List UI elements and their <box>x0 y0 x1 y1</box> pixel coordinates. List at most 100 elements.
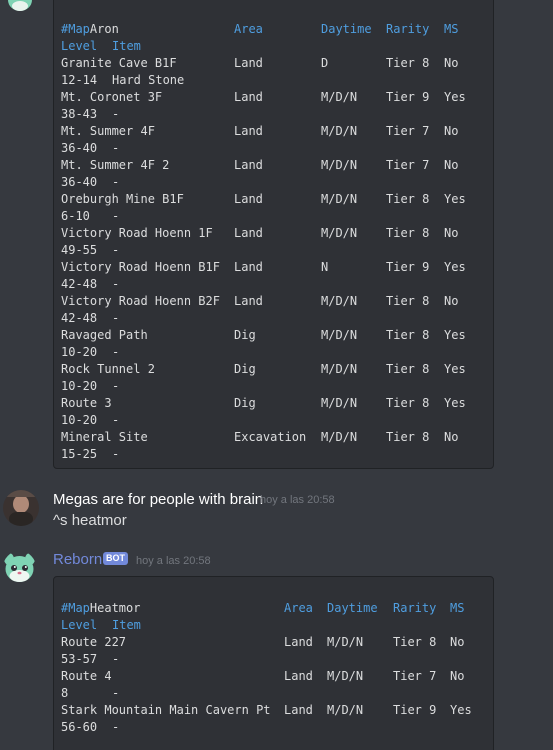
row-area: Land <box>234 192 263 206</box>
row-rarity: Tier 9 <box>386 260 430 274</box>
row-item: - <box>112 243 120 257</box>
row-item: - <box>112 345 120 359</box>
row-area: Land <box>234 294 263 308</box>
row-map: Route 4 <box>61 669 112 683</box>
row-rarity: Tier 8 <box>386 362 430 376</box>
row-daytime: D <box>321 56 329 70</box>
col-map-header: #Map <box>61 601 90 615</box>
row-level: 38-43 <box>61 107 98 121</box>
message-text: ^s heatmor <box>53 512 127 529</box>
row-item: - <box>112 447 120 461</box>
row-rarity: Tier 7 <box>393 669 437 683</box>
col-item-header: Item <box>112 618 141 632</box>
row-daytime: M/D/N <box>321 396 358 410</box>
bot-avatar[interactable] <box>3 551 36 584</box>
row-ms: Yes <box>450 703 472 717</box>
row-rarity: Tier 8 <box>386 328 430 342</box>
row-map: Rock Tunnel 2 <box>61 362 155 376</box>
bot-avatar-top[interactable] <box>6 0 34 12</box>
code-block-aron: Aron #Map Area Daytime Rarity MS Level I… <box>53 0 494 469</box>
row-ms: Yes <box>444 192 466 206</box>
row-map: Victory Road Hoenn B1F <box>61 260 220 274</box>
row-daytime: N <box>321 260 329 274</box>
row-item: - <box>112 413 120 427</box>
minccino-bot-avatar-icon <box>6 0 34 12</box>
table-header-2: Level Item <box>61 617 141 634</box>
row-item: - <box>112 686 120 700</box>
row-daytime: M/D/N <box>327 635 364 649</box>
row-daytime: M/D/N <box>321 430 358 444</box>
row-ms: No <box>444 294 459 308</box>
row-item: - <box>112 720 120 734</box>
row-map: Granite Cave B1F <box>61 56 177 70</box>
row-map: Stark Mountain Main Cavern Pt <box>61 703 271 717</box>
row-rarity: Tier 8 <box>386 430 430 444</box>
row-rarity: Tier 8 <box>386 192 430 206</box>
row-item: - <box>112 107 120 121</box>
row-area: Dig <box>234 362 256 376</box>
row-rarity: Tier 7 <box>386 158 430 172</box>
row-level: 49-55 <box>61 243 98 257</box>
row-ms: Yes <box>444 396 466 410</box>
row-map: Mt. Summer 4F <box>61 124 155 138</box>
row-daytime: M/D/N <box>321 226 358 240</box>
row-ms: No <box>444 124 459 138</box>
row-level: 15-25 <box>61 447 98 461</box>
row-item: - <box>112 175 120 189</box>
table-header-2: Level Item <box>61 38 141 55</box>
row-ms: No <box>444 226 459 240</box>
row-level: 10-20 <box>61 379 98 393</box>
row-area: Land <box>284 635 313 649</box>
row-rarity: Tier 8 <box>386 56 430 70</box>
row-ms: No <box>450 669 465 683</box>
row-level: 53-57 <box>61 652 98 666</box>
row-level: 36-40 <box>61 175 98 189</box>
row-map: Victory Road Hoenn B2F <box>61 294 220 308</box>
col-ms-header: MS <box>450 601 465 615</box>
row-level: 10-20 <box>61 413 98 427</box>
row-map: Mineral Site <box>61 430 148 444</box>
row-rarity: Tier 8 <box>386 226 430 240</box>
row-level: 42-48 <box>61 277 98 291</box>
row-level: 8 <box>61 686 69 700</box>
minccino-bot-avatar-icon <box>3 551 36 584</box>
row-rarity: Tier 8 <box>393 635 437 649</box>
row-map: Victory Road Hoenn 1F <box>61 226 213 240</box>
row-area: Excavation <box>234 430 307 444</box>
row-area: Dig <box>234 396 256 410</box>
row-level: 36-40 <box>61 141 98 155</box>
row-area: Land <box>284 669 313 683</box>
col-level-header: Level <box>61 618 98 632</box>
row-level: 56-60 <box>61 720 98 734</box>
row-map: Ravaged Path <box>61 328 148 342</box>
row-item: - <box>112 209 120 223</box>
row-rarity: Tier 8 <box>386 396 430 410</box>
row-rarity: Tier 9 <box>386 90 430 104</box>
row-item: - <box>112 652 120 666</box>
message-timestamp: hoy a las 20:58 <box>260 494 335 506</box>
col-ms-header: MS <box>444 22 459 36</box>
row-item: - <box>112 379 120 393</box>
user-avatar[interactable] <box>3 490 39 526</box>
row-rarity: Tier 7 <box>386 124 430 138</box>
row-area: Land <box>234 90 263 104</box>
row-map: Route 227 <box>61 635 127 649</box>
row-ms: No <box>444 158 459 172</box>
row-ms: Yes <box>444 90 466 104</box>
col-daytime-header: Daytime <box>321 22 372 36</box>
row-area: Land <box>234 260 263 274</box>
row-rarity: Tier 8 <box>386 294 430 308</box>
row-level: 42-48 <box>61 311 98 325</box>
user-name[interactable]: Megas are for people with brain <box>53 491 263 508</box>
row-area: Land <box>234 158 263 172</box>
row-rarity: Tier 9 <box>393 703 437 717</box>
row-daytime: M/D/N <box>321 362 358 376</box>
bot-message-timestamp: hoy a las 20:58 <box>136 555 211 567</box>
row-ms: No <box>450 635 465 649</box>
row-area: Land <box>234 124 263 138</box>
row-ms: No <box>444 56 459 70</box>
col-item-header: Item <box>112 39 141 53</box>
bot-name[interactable]: Reborn <box>53 551 102 568</box>
row-daytime: M/D/N <box>321 328 358 342</box>
row-daytime: M/D/N <box>321 124 358 138</box>
